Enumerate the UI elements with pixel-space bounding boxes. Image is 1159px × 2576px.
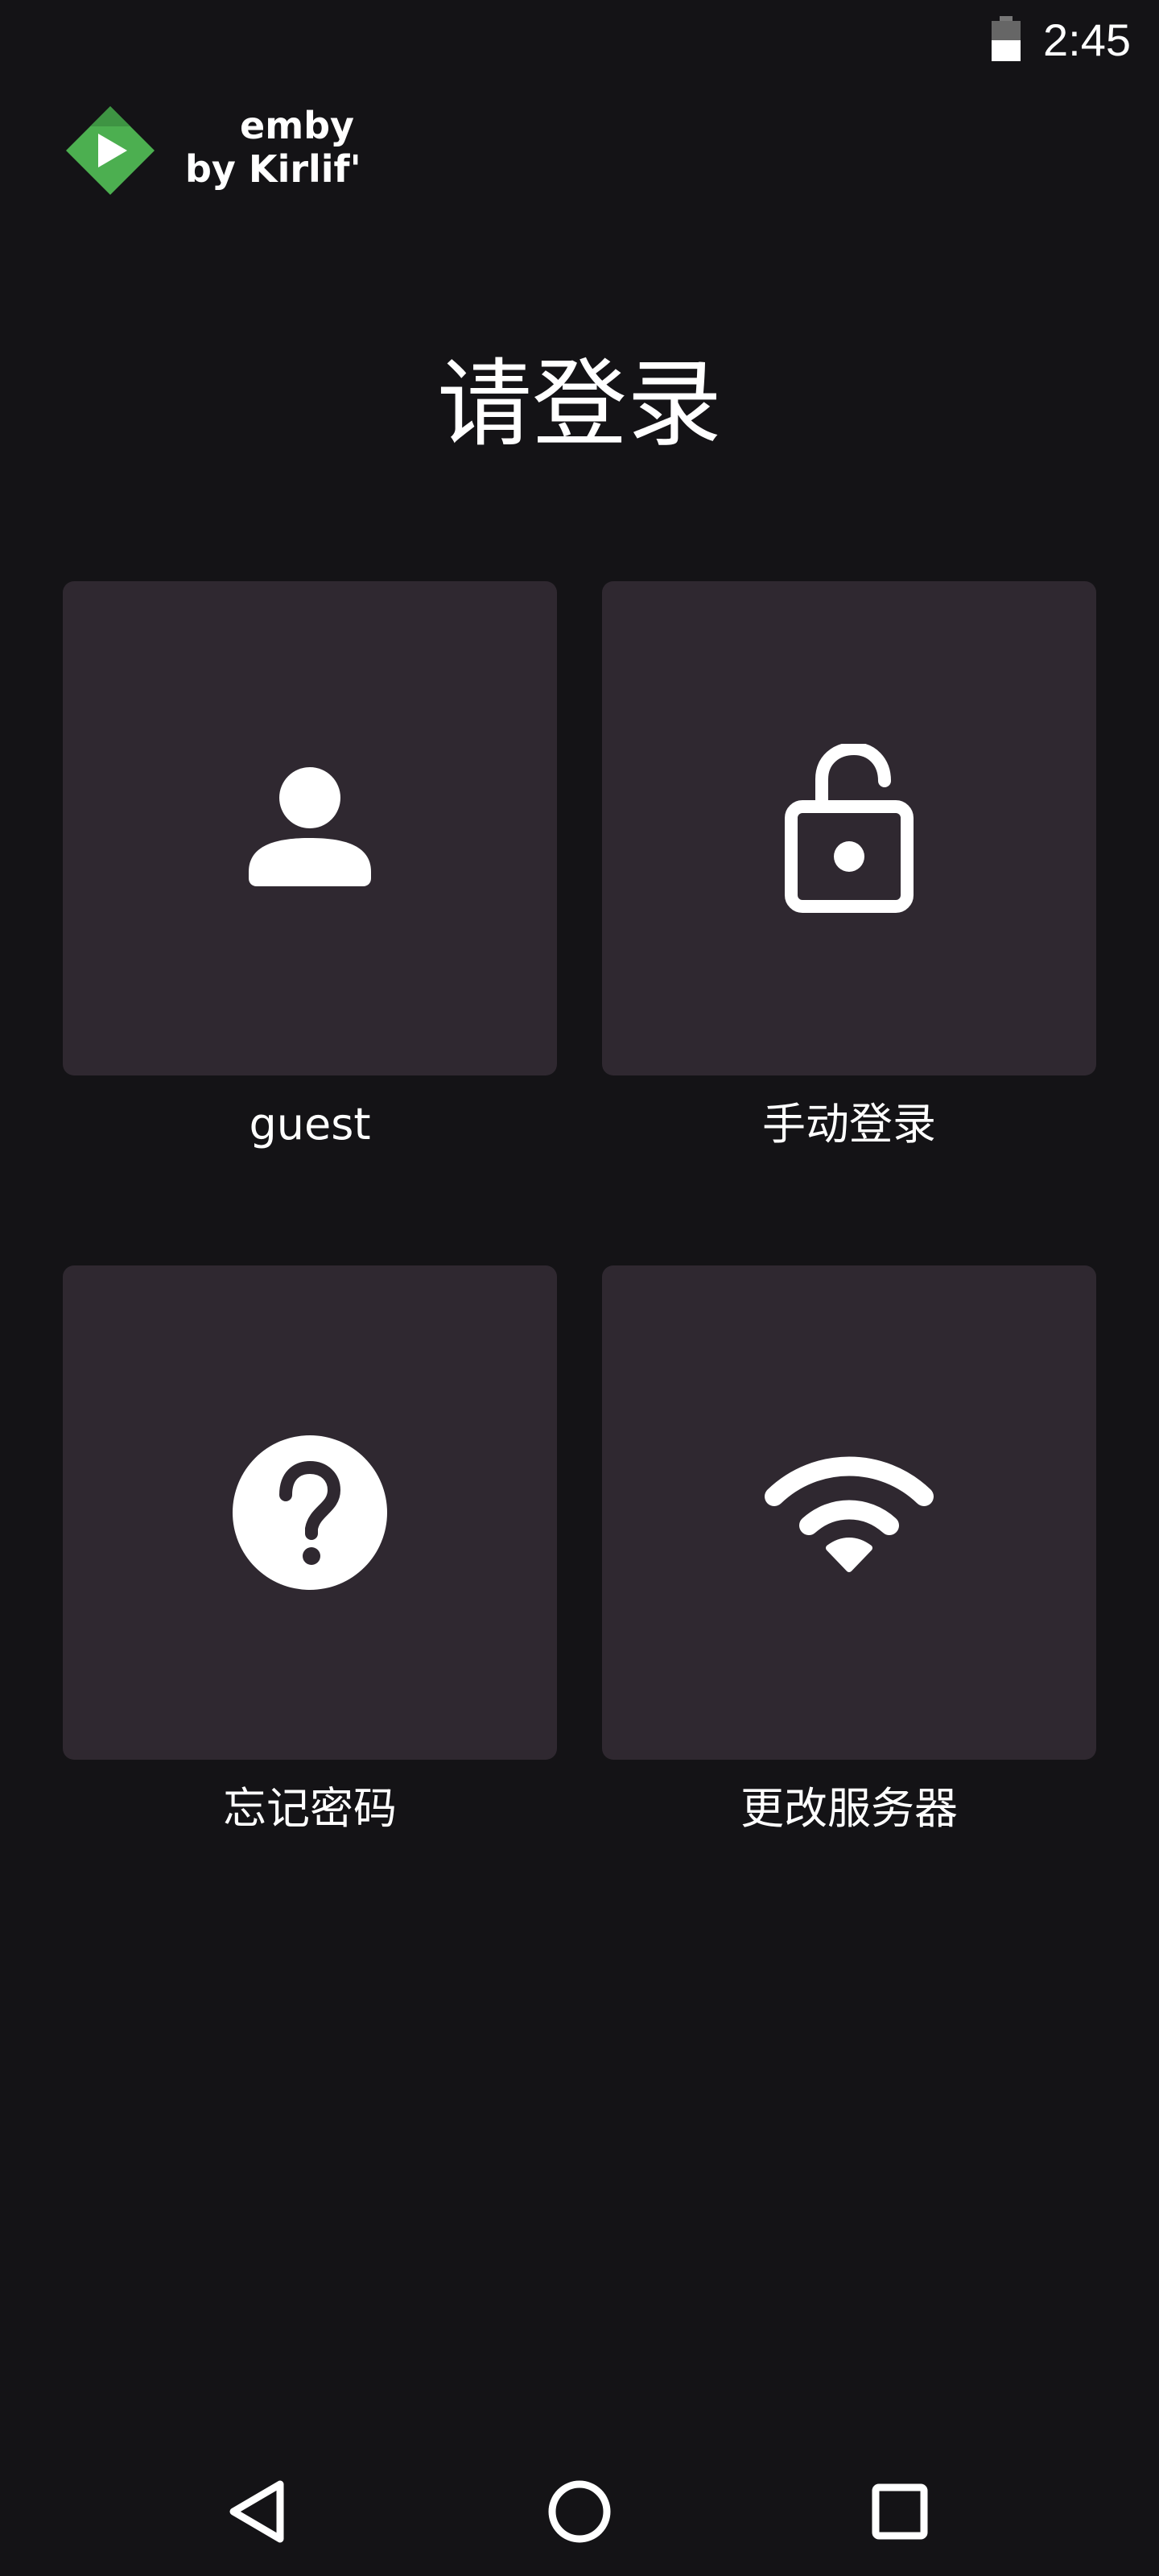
person-icon [249,767,371,886]
status-bar: 2:45 [0,0,1159,80]
recents-button[interactable] [852,2463,948,2560]
emby-logo-icon [66,106,155,195]
help-circle-icon [233,1435,387,1590]
manual-login-label: 手动登录 [762,1099,936,1150]
wifi-icon [765,1456,934,1572]
manual-login-tile[interactable] [602,581,1096,1075]
brand-subtitle: by Kirlif' [185,147,361,191]
brand: emby by Kirlif' [63,103,385,200]
forgot-password-label: 忘记密码 [223,1783,397,1834]
unlock-icon [785,744,914,913]
recents-square-icon [872,2483,928,2540]
home-circle-icon [548,2480,611,2543]
home-button[interactable] [531,2463,628,2560]
page-title: 请登录 [436,349,722,460]
guest-user-label: guest [249,1099,371,1150]
change-server-label: 更改服务器 [740,1783,958,1834]
forgot-password-tile[interactable] [63,1265,557,1760]
status-time: 2:45 [1043,14,1131,65]
back-triangle-icon [229,2480,284,2543]
brand-name: emby [240,104,355,147]
battery-icon [992,16,1021,61]
back-button[interactable] [211,2463,307,2560]
change-server-tile[interactable] [602,1265,1096,1760]
guest-user-tile[interactable] [63,581,557,1075]
navigation-bar [0,2447,1159,2576]
